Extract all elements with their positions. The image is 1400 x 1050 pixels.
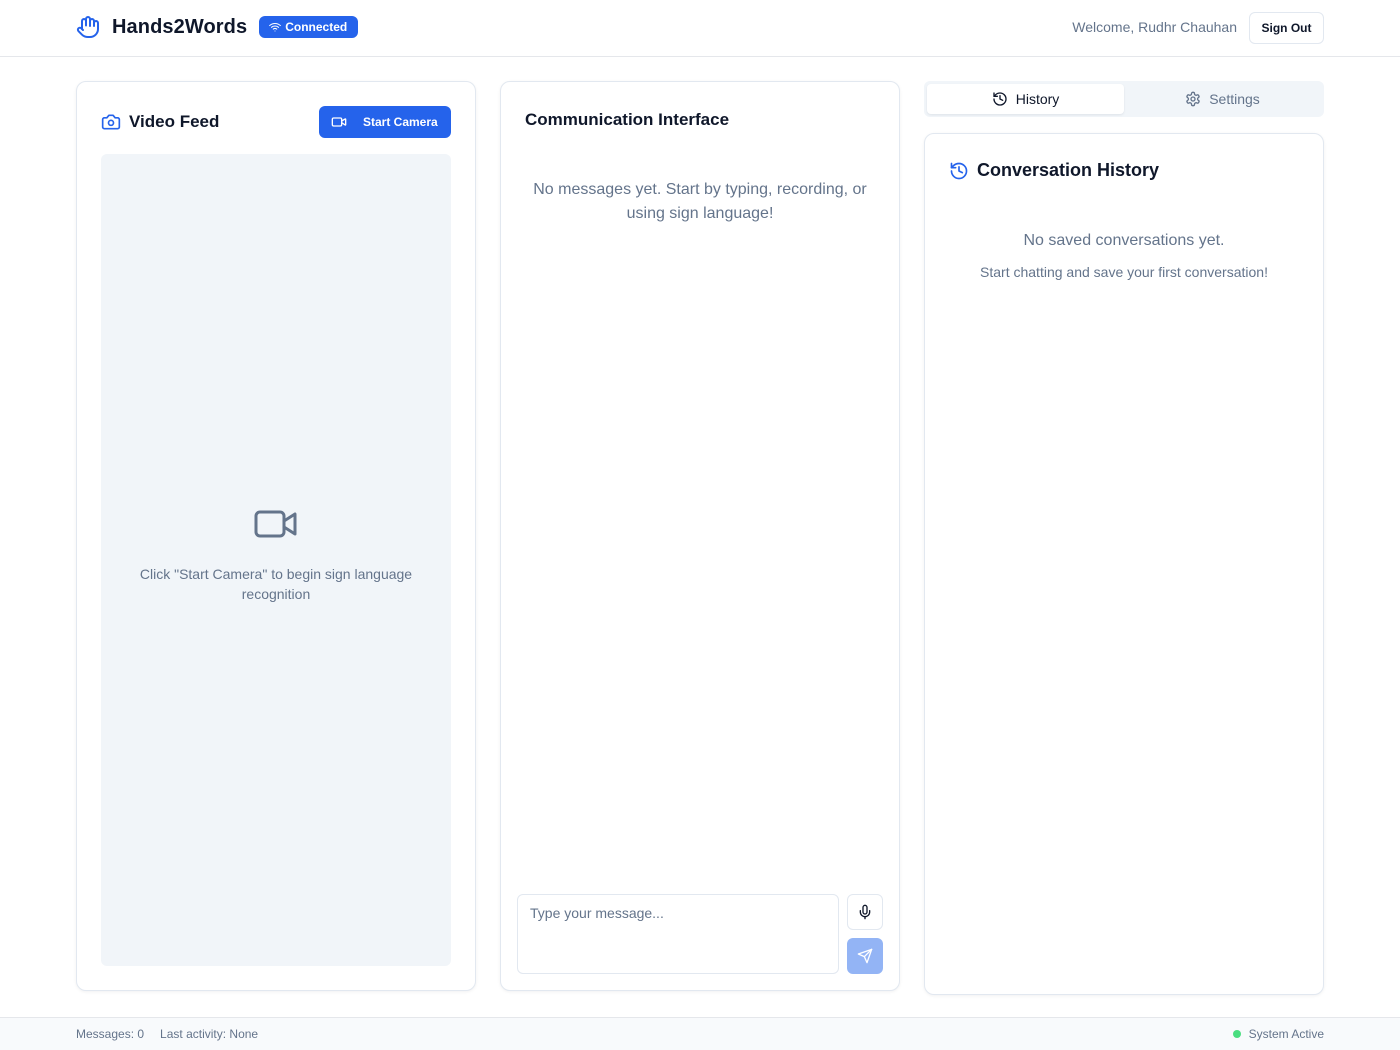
camera-icon: [101, 112, 121, 132]
tab-history[interactable]: History: [927, 84, 1124, 114]
wifi-icon: [269, 23, 282, 32]
status-footer: Messages: 0 Last activity: None System A…: [0, 1017, 1400, 1050]
video-feed-card: Video Feed Start Camera Click "Start Cam…: [76, 81, 476, 991]
send-icon: [857, 948, 873, 964]
video-preview-area: Click "Start Camera" to begin sign langu…: [101, 154, 451, 966]
send-button[interactable]: [847, 938, 883, 974]
history-title: Conversation History: [977, 160, 1160, 180]
video-feed-title: Video Feed: [129, 112, 220, 131]
communication-card: Communication Interface No messages yet.…: [500, 81, 900, 991]
hand-icon: [76, 14, 100, 40]
conversation-history-card: Conversation History No saved conversati…: [924, 133, 1324, 995]
tab-history-label: History: [1015, 91, 1060, 107]
tab-settings-label: Settings: [1209, 91, 1260, 107]
start-camera-button[interactable]: Start Camera: [319, 106, 451, 138]
connection-status-badge: Connected: [259, 16, 359, 38]
video-placeholder-icon: [254, 508, 298, 540]
sign-out-button[interactable]: Sign Out: [1249, 12, 1324, 44]
message-count: Messages: 0: [76, 1027, 145, 1041]
system-status: System Active: [1232, 1027, 1324, 1041]
history-header: Conversation History: [949, 160, 1159, 181]
tab-settings[interactable]: Settings: [1124, 84, 1321, 114]
status-dot-icon: [1232, 1030, 1241, 1038]
welcome-text: Welcome, Rudhr Chauhan: [1072, 19, 1237, 35]
footer-stats: Messages: 0 Last activity: None: [76, 1027, 258, 1041]
empty-messages-text: No messages yet. Start by typing, record…: [533, 181, 867, 222]
app-name: Hands2Words: [112, 15, 248, 38]
history-empty-subtext: Start chatting and save your first conve…: [980, 264, 1268, 280]
microphone-icon: [857, 904, 873, 920]
record-voice-button[interactable]: [847, 894, 883, 930]
side-panel-tabs: History Settings: [924, 81, 1324, 117]
connection-status-label: Connected: [285, 20, 348, 34]
app-header: Hands2Words Connected Welcome, Rudhr Cha…: [0, 0, 1400, 57]
history-empty-text: No saved conversations yet.: [1023, 232, 1225, 249]
brand: Hands2Words Connected: [76, 14, 359, 40]
gear-icon: [1185, 91, 1201, 107]
camera-hint-text: Click "Start Camera" to begin sign langu…: [139, 566, 413, 602]
start-camera-label: Start Camera: [363, 115, 438, 129]
history-icon: [949, 161, 969, 181]
last-activity: Last activity: None: [160, 1027, 259, 1041]
system-status-label: System Active: [1248, 1027, 1324, 1041]
video-camera-icon: [331, 114, 347, 130]
message-input[interactable]: [517, 894, 839, 974]
history-icon: [992, 91, 1008, 107]
communication-title: Communication Interface: [525, 110, 730, 129]
